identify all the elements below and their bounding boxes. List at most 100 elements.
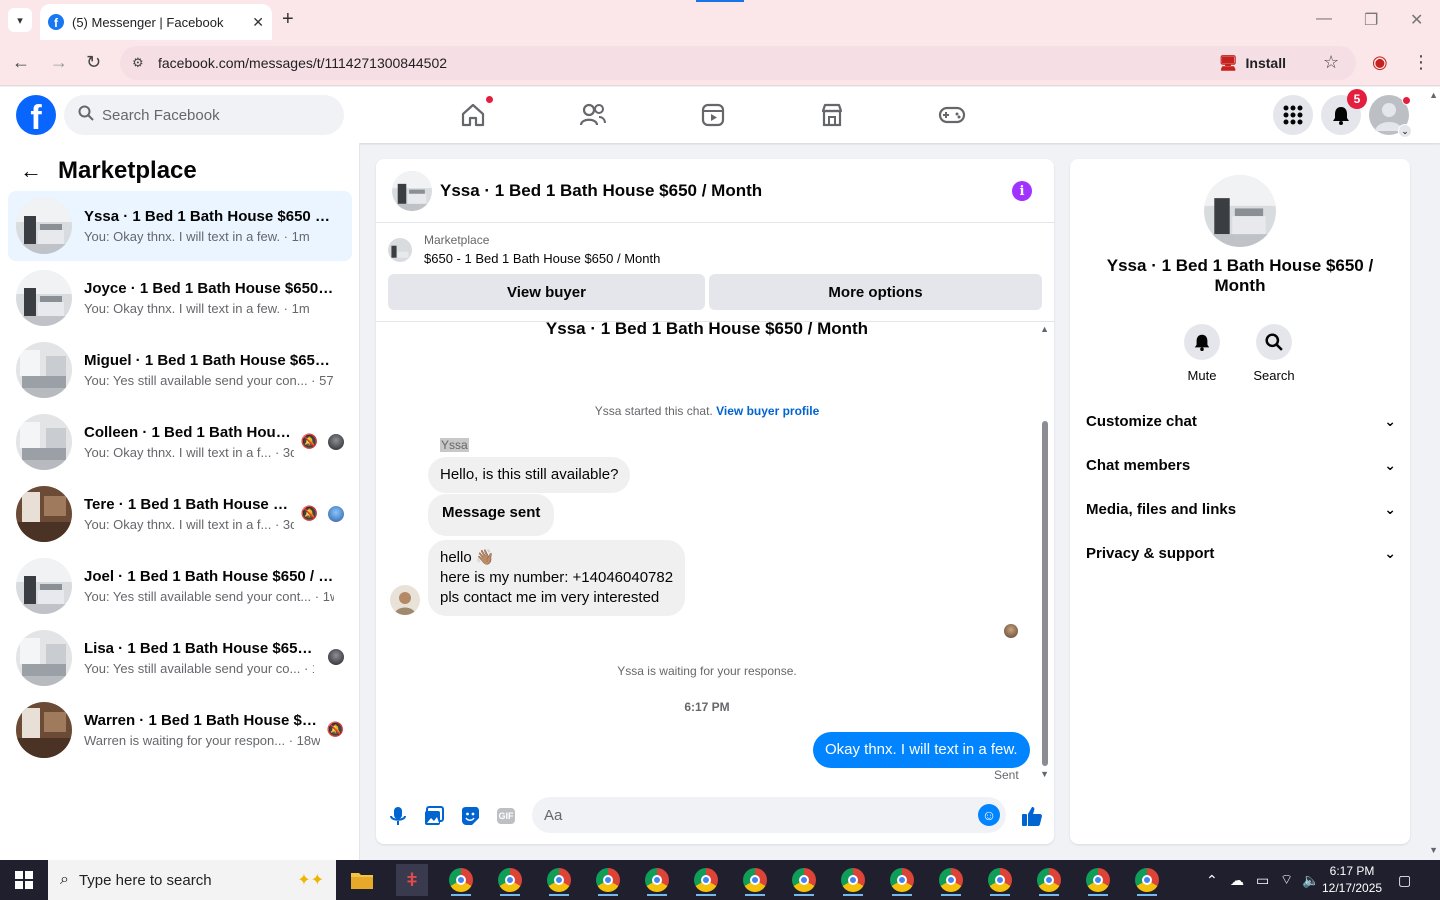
friends-icon[interactable] <box>578 100 608 130</box>
chrome-icon[interactable] <box>935 864 967 896</box>
conversation-item[interactable]: Tere · 1 Bed 1 Bath House $6... You: Oka… <box>8 479 352 549</box>
search-icon[interactable] <box>1256 324 1292 360</box>
facebook-search[interactable] <box>64 95 344 135</box>
reload-icon[interactable]: ↻ <box>86 52 101 73</box>
account-chevron-icon[interactable]: ⌄ <box>1398 124 1412 138</box>
page-scroll-up-icon[interactable]: ▲ <box>1429 90 1438 100</box>
more-options-button[interactable]: More options <box>709 274 1042 310</box>
view-buyer-profile-link[interactable]: View buyer profile <box>716 404 819 418</box>
file-explorer-icon[interactable] <box>346 864 378 896</box>
message-input[interactable] <box>544 806 964 824</box>
chat-avatar[interactable] <box>392 170 432 211</box>
view-buyer-button[interactable]: View buyer <box>388 274 705 310</box>
chrome-icon[interactable] <box>788 864 820 896</box>
chrome-icon[interactable] <box>739 864 771 896</box>
facebook-logo[interactable]: f <box>16 95 56 135</box>
tab-search-button[interactable]: ▾ <box>8 8 32 32</box>
chat-title[interactable]: Yssa · 1 Bed 1 Bath House $650 / Month <box>440 181 762 201</box>
sticker-icon[interactable] <box>458 804 482 828</box>
chat-scroll-down-icon[interactable]: ▼ <box>1040 769 1049 779</box>
chrome-icon[interactable] <box>690 864 722 896</box>
conversation-item[interactable]: Miguel · 1 Bed 1 Bath House $650 ... You… <box>8 335 352 405</box>
customize-chat-section[interactable]: Customize chat ⌄ <box>1086 399 1396 443</box>
chat-scroll-up-icon[interactable]: ▲ <box>1040 324 1049 334</box>
cloud-icon[interactable]: ☁ <box>1230 860 1244 900</box>
info-icon[interactable]: i <box>1012 181 1032 201</box>
install-button[interactable]: 🖥 Install <box>1218 46 1286 80</box>
browser-tab[interactable]: f (5) Messenger | Facebook ✕ <box>40 4 272 40</box>
search-action[interactable]: Search <box>1244 324 1304 383</box>
message-input-box[interactable]: ☺ <box>532 797 1006 833</box>
back-arrow-icon[interactable]: ← <box>20 158 42 184</box>
address-bar[interactable]: ⚙ facebook.com/messages/t/11142713008445… <box>120 46 1356 80</box>
chat-header: Yssa · 1 Bed 1 Bath House $650 / Month i <box>376 159 1054 223</box>
chrome-icon[interactable] <box>1131 864 1163 896</box>
taskbar-clock[interactable]: 6:17 PM 12/17/2025 <box>1322 863 1382 897</box>
conversation-item[interactable]: Joel · 1 Bed 1 Bath House $650 / M... Yo… <box>8 551 352 621</box>
windows-start-icon[interactable] <box>0 860 48 900</box>
video-icon[interactable] <box>698 100 728 130</box>
marketplace-listing-card[interactable]: Marketplace $650 - 1 Bed 1 Bath House $6… <box>388 233 660 266</box>
account-avatar[interactable]: ⌄ <box>1369 95 1412 138</box>
conversation-item[interactable]: Yssa · 1 Bed 1 Bath House $650 / M... Yo… <box>8 191 352 261</box>
chrome-icon[interactable] <box>592 864 624 896</box>
incoming-message[interactable]: Message sent <box>428 494 555 536</box>
emoji-icon[interactable]: ☺ <box>978 804 1000 826</box>
sender-avatar[interactable] <box>390 585 420 615</box>
tab-close-icon[interactable]: ✕ <box>252 14 264 31</box>
home-icon[interactable] <box>458 95 494 130</box>
conversation-item[interactable]: Colleen · 1 Bed 1 Bath House... You: Oka… <box>8 407 352 477</box>
privacy-support-section[interactable]: Privacy & support ⌄ <box>1086 531 1396 575</box>
profile-icon[interactable]: ◉ <box>1372 52 1388 73</box>
menu-grid-icon[interactable] <box>1273 95 1313 135</box>
taskbar-search[interactable]: ⌕ Type here to search ✦✦ <box>48 860 336 900</box>
forward-icon[interactable]: → <box>50 52 68 73</box>
chat-members-section[interactable]: Chat members ⌄ <box>1086 443 1396 487</box>
photo-icon[interactable] <box>422 804 446 828</box>
page-scroll-down-icon[interactable]: ▼ <box>1429 845 1438 855</box>
mute-action[interactable]: Mute <box>1172 324 1232 383</box>
conversation-item[interactable]: Warren · 1 Bed 1 Bath House $65... Warre… <box>8 695 352 765</box>
restore-button[interactable]: ❐ <box>1364 10 1378 30</box>
facebook-search-input[interactable] <box>102 106 322 124</box>
url-text[interactable]: facebook.com/messages/t/1114271300844502 <box>158 55 447 71</box>
volume-icon[interactable]: 🔈 <box>1302 860 1319 900</box>
notification-center-icon[interactable]: ▢ <box>1398 860 1411 900</box>
hidden-icons-chevron-icon[interactable]: ⌃ <box>1206 860 1218 900</box>
wifi-icon[interactable]: ⌔ <box>1280 860 1293 900</box>
site-info-icon[interactable]: ⚙ <box>132 55 152 71</box>
chrome-icon[interactable] <box>494 864 526 896</box>
incoming-message[interactable]: hello 👋🏽 here is my number: +14046040782… <box>428 540 686 616</box>
conversation-item[interactable]: Lisa · 1 Bed 1 Bath House $650 / ... You… <box>8 623 352 693</box>
chrome-icon[interactable] <box>445 864 477 896</box>
battery-icon[interactable]: ▭ <box>1256 860 1269 900</box>
marketplace-icon[interactable] <box>817 100 847 130</box>
conversation-item[interactable]: Joyce · 1 Bed 1 Bath House $650 / ... Yo… <box>8 263 352 333</box>
chrome-icon[interactable] <box>886 864 918 896</box>
chrome-icon[interactable] <box>1082 864 1114 896</box>
thumbs-up-icon[interactable] <box>1020 804 1044 828</box>
muted-bell-icon: 🔕 <box>300 505 318 521</box>
chrome-icon[interactable] <box>984 864 1016 896</box>
bookmark-star-icon[interactable]: ☆ <box>1323 52 1339 73</box>
gif-icon[interactable]: GIF <box>494 804 518 828</box>
bell-icon[interactable] <box>1184 324 1220 360</box>
microphone-icon[interactable] <box>386 804 410 828</box>
notifications-bell-icon[interactable]: 5 <box>1321 89 1367 135</box>
menu-dots-icon[interactable]: ⋮ <box>1412 52 1430 73</box>
minimize-button[interactable]: — <box>1316 10 1332 28</box>
chat-info-avatar[interactable] <box>1204 175 1276 247</box>
chrome-icon[interactable] <box>837 864 869 896</box>
chrome-icon[interactable] <box>641 864 673 896</box>
outgoing-message[interactable]: Okay thnx. I will text in a few. <box>813 732 1030 768</box>
close-window-button[interactable]: ✕ <box>1410 10 1423 30</box>
incoming-message[interactable]: Hello, is this still available? <box>428 457 631 493</box>
new-tab-button[interactable]: + <box>282 8 294 31</box>
back-icon[interactable]: ← <box>12 52 30 73</box>
chat-scrollbar[interactable] <box>1042 421 1048 766</box>
media-files-links-section[interactable]: Media, files and links ⌄ <box>1086 487 1396 531</box>
chrome-icon[interactable] <box>543 864 575 896</box>
chrome-icon[interactable] <box>1033 864 1065 896</box>
gaming-icon[interactable] <box>937 100 967 130</box>
app-icon[interactable]: ǂ <box>396 864 428 896</box>
